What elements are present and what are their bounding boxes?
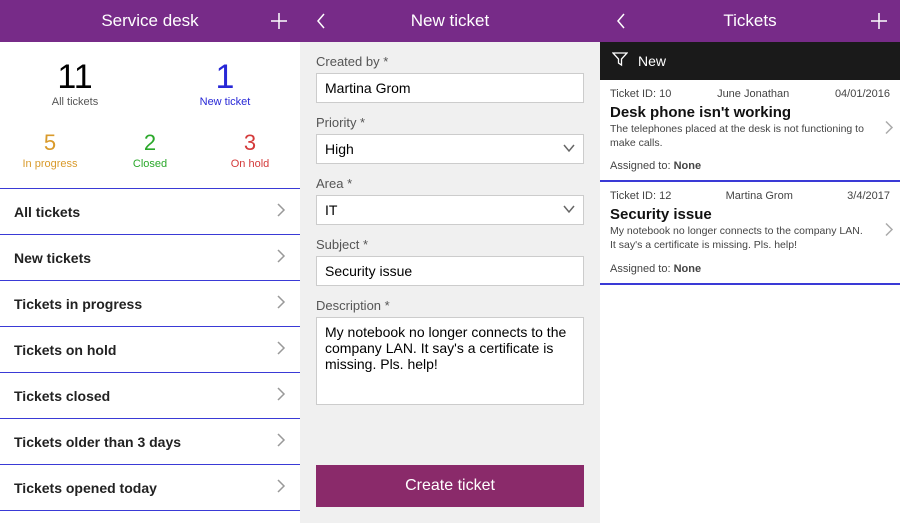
nav-label: Tickets on hold — [14, 342, 116, 358]
ticket-card[interactable]: Ticket ID: 10 June Jonathan 04/01/2016 D… — [600, 80, 900, 182]
chevron-right-icon — [276, 478, 286, 497]
chevron-right-icon — [276, 294, 286, 313]
stat-closed[interactable]: 2 Closed — [100, 130, 200, 170]
stats-top-row: 11 All tickets 1 New ticket — [0, 42, 300, 116]
new-ticket-title: New ticket — [342, 11, 558, 31]
ticket-assigned-label: Assigned to: — [610, 160, 671, 172]
filter-label: New — [638, 53, 666, 69]
ticket-requester: Martina Grom — [726, 190, 793, 202]
ticket-meta: Ticket ID: 12 Martina Grom 3/4/2017 — [610, 188, 890, 206]
filter-bar[interactable]: New — [600, 42, 900, 80]
nav-all-tickets[interactable]: All tickets — [0, 189, 300, 235]
ticket-id: 10 — [659, 88, 671, 100]
created-by-label: Created by * — [316, 54, 584, 69]
add-ticket-button[interactable] — [858, 0, 900, 42]
tickets-panel: Tickets New Ticket ID: 10 June Jonathan … — [600, 0, 900, 523]
subject-label: Subject * — [316, 237, 584, 252]
created-by-input[interactable] — [316, 73, 584, 103]
stats-bottom-row: 5 In progress 2 Closed 3 On hold — [0, 116, 300, 189]
stat-in-progress[interactable]: 5 In progress — [0, 130, 100, 170]
ticket-id-label: Ticket ID: — [610, 190, 656, 202]
add-ticket-button[interactable] — [258, 0, 300, 42]
ticket-desc: The telephones placed at the desk is not… — [610, 123, 890, 150]
description-label: Description * — [316, 298, 584, 313]
back-button[interactable] — [300, 0, 342, 42]
stat-on-hold[interactable]: 3 On hold — [200, 130, 300, 170]
nav-label: Tickets older than 3 days — [14, 434, 181, 450]
priority-label: Priority * — [316, 115, 584, 130]
ticket-id: 12 — [659, 190, 671, 202]
stat-value: 5 — [0, 130, 100, 156]
stat-label: New ticket — [150, 96, 300, 108]
ticket-meta: Ticket ID: 10 June Jonathan 04/01/2016 — [610, 86, 890, 104]
stat-new-ticket[interactable]: 1 New ticket — [150, 60, 300, 108]
nav-label: Tickets closed — [14, 388, 110, 404]
chevron-right-icon — [276, 386, 286, 405]
ticket-id-label: Ticket ID: — [610, 88, 656, 100]
filter-icon — [612, 51, 628, 72]
back-button[interactable] — [600, 0, 642, 42]
nav-tickets-older-3-days[interactable]: Tickets older than 3 days — [0, 419, 300, 465]
chevron-right-icon — [276, 432, 286, 451]
chevron-left-icon — [615, 12, 627, 30]
dashboard-panel: Service desk 11 All tickets 1 New ticket… — [0, 0, 300, 523]
nav-label: All tickets — [14, 204, 80, 220]
area-select[interactable]: IT — [316, 195, 584, 225]
chevron-left-icon — [315, 12, 327, 30]
ticket-requester: June Jonathan — [717, 88, 789, 100]
ticket-date: 3/4/2017 — [847, 190, 890, 202]
nav-list: All tickets New tickets Tickets in progr… — [0, 189, 300, 511]
ticket-assigned-value: None — [674, 160, 702, 172]
description-textarea[interactable] — [316, 317, 584, 405]
stat-label: All tickets — [0, 96, 150, 108]
nav-label: New tickets — [14, 250, 91, 266]
stat-value: 1 — [150, 60, 300, 94]
chevron-right-icon — [276, 248, 286, 267]
tickets-header: Tickets — [600, 0, 900, 42]
dashboard-header: Service desk — [0, 0, 300, 42]
create-ticket-button[interactable]: Create ticket — [316, 465, 584, 507]
chevron-right-icon — [884, 120, 894, 141]
nav-label: Tickets opened today — [14, 480, 157, 496]
ticket-desc: My notebook no longer connects to the co… — [610, 225, 890, 252]
ticket-title: Security issue — [610, 206, 890, 223]
new-ticket-header: New ticket — [300, 0, 600, 42]
stat-all-tickets[interactable]: 11 All tickets — [0, 60, 150, 108]
nav-new-tickets[interactable]: New tickets — [0, 235, 300, 281]
stat-value: 2 — [100, 130, 200, 156]
ticket-date: 04/01/2016 — [835, 88, 890, 100]
stat-value: 3 — [200, 130, 300, 156]
plus-icon — [270, 12, 288, 30]
nav-tickets-opened-today[interactable]: Tickets opened today — [0, 465, 300, 511]
ticket-title: Desk phone isn't working — [610, 104, 890, 121]
nav-label: Tickets in progress — [14, 296, 142, 312]
ticket-assigned-label: Assigned to: — [610, 263, 671, 275]
chevron-right-icon — [276, 340, 286, 359]
ticket-assigned-value: None — [674, 263, 702, 275]
nav-tickets-in-progress[interactable]: Tickets in progress — [0, 281, 300, 327]
stat-label: In progress — [0, 158, 100, 170]
nav-tickets-on-hold[interactable]: Tickets on hold — [0, 327, 300, 373]
chevron-right-icon — [276, 202, 286, 221]
plus-icon — [870, 12, 888, 30]
stat-value: 11 — [0, 60, 150, 94]
ticket-form: Created by * Priority * High Area * IT S… — [300, 42, 600, 465]
tickets-title: Tickets — [642, 11, 858, 31]
new-ticket-panel: New ticket Created by * Priority * High … — [300, 0, 600, 523]
area-label: Area * — [316, 176, 584, 191]
chevron-right-icon — [884, 222, 894, 243]
ticket-card[interactable]: Ticket ID: 12 Martina Grom 3/4/2017 Secu… — [600, 182, 900, 284]
subject-input[interactable] — [316, 256, 584, 286]
stat-label: On hold — [200, 158, 300, 170]
priority-select[interactable]: High — [316, 134, 584, 164]
nav-tickets-closed[interactable]: Tickets closed — [0, 373, 300, 419]
stat-label: Closed — [100, 158, 200, 170]
dashboard-title: Service desk — [42, 11, 258, 31]
